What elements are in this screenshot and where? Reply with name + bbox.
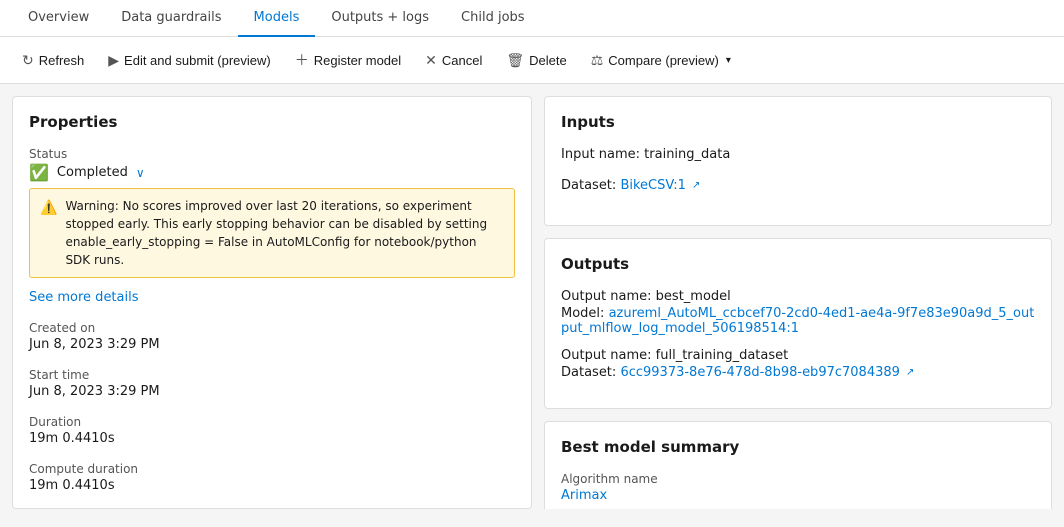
output2-dataset-label: Dataset: (561, 365, 616, 380)
compare-icon: ⚖ (591, 52, 604, 69)
tab-child-jobs[interactable]: Child jobs (445, 0, 541, 37)
play-icon: ▶ (108, 52, 119, 69)
main-content: Properties Status ✅ Completed ∨ ⚠️ Warni… (0, 84, 1064, 521)
tab-data-guardrails[interactable]: Data guardrails (105, 0, 237, 37)
output2-dataset-link[interactable]: 6cc99373-8e76-478d-8b98-eb97c7084389 ↗ (620, 365, 914, 380)
output1-model-row: Model: azureml_AutoML_ccbcef70-2cd0-4ed1… (561, 306, 1035, 336)
right-panels: Inputs Input name: training_data Dataset… (544, 96, 1052, 509)
output2-name: Output name: full_training_dataset (561, 348, 1035, 363)
completed-icon: ✅ (29, 163, 49, 182)
output1-name: Output name: best_model (561, 289, 1035, 304)
warning-icon: ⚠️ (40, 198, 57, 269)
output2-dataset-row: Dataset: 6cc99373-8e76-478d-8b98-eb97c70… (561, 365, 1035, 380)
start-time-label: Start time (29, 368, 515, 382)
delete-icon: 🗑 (506, 52, 524, 69)
external-link-icon2: ↗ (906, 367, 914, 378)
tab-outputs-logs[interactable]: Outputs + logs (315, 0, 445, 37)
properties-title: Properties (29, 113, 515, 131)
duration-label: Duration (29, 415, 515, 429)
status-chevron[interactable]: ∨ (136, 166, 145, 180)
plus-icon: ＋ (295, 50, 309, 70)
edit-submit-button[interactable]: ▶ Edit and submit (preview) (98, 47, 280, 74)
tabs-bar: Overview Data guardrails Models Outputs … (0, 0, 1064, 37)
cancel-icon: ✕ (425, 52, 437, 69)
properties-panel: Properties Status ✅ Completed ∨ ⚠️ Warni… (12, 96, 532, 509)
created-on-label: Created on (29, 321, 515, 335)
compute-duration-value: 19m 0.4410s (29, 478, 515, 493)
best-model-panel: Best model summary Algorithm name Arimax (544, 421, 1052, 509)
input-name: Input name: training_data (561, 147, 1035, 162)
compare-button[interactable]: ⚖ Compare (preview) ▾ (581, 47, 741, 74)
cancel-button[interactable]: ✕ Cancel (415, 47, 492, 74)
toolbar: ↻ Refresh ▶ Edit and submit (preview) ＋ … (0, 37, 1064, 84)
refresh-icon: ↻ (22, 52, 34, 69)
algorithm-name-link[interactable]: Arimax (561, 488, 607, 503)
start-time-value: Jun 8, 2023 3:29 PM (29, 384, 515, 399)
dataset-label: Dataset: (561, 178, 616, 193)
output1-model-link[interactable]: azureml_AutoML_ccbcef70-2cd0-4ed1-ae4a-9… (561, 306, 1034, 336)
outputs-panel: Outputs Output name: best_model Model: a… (544, 238, 1052, 409)
output1-model-label: Model: (561, 306, 604, 321)
inputs-title: Inputs (561, 113, 1035, 131)
tab-overview[interactable]: Overview (12, 0, 105, 37)
status-value: Completed (57, 165, 128, 180)
dataset-link[interactable]: BikeCSV:1 ↗ (620, 178, 700, 193)
status-row: ✅ Completed ∨ (29, 163, 515, 182)
tab-models[interactable]: Models (238, 0, 316, 37)
outputs-title: Outputs (561, 255, 1035, 273)
duration-value: 19m 0.4410s (29, 431, 515, 446)
register-model-button[interactable]: ＋ Register model (285, 45, 411, 75)
dataset-row: Dataset: BikeCSV:1 ↗ (561, 178, 1035, 193)
warning-box: ⚠️ Warning: No scores improved over last… (29, 188, 515, 278)
best-model-title: Best model summary (561, 438, 1035, 456)
inputs-panel: Inputs Input name: training_data Dataset… (544, 96, 1052, 226)
status-label: Status (29, 147, 515, 161)
refresh-button[interactable]: ↻ Refresh (12, 47, 94, 74)
algorithm-name-label: Algorithm name (561, 472, 1035, 486)
delete-button[interactable]: 🗑 Delete (496, 47, 576, 74)
see-more-link[interactable]: See more details (29, 290, 139, 305)
created-on-value: Jun 8, 2023 3:29 PM (29, 337, 515, 352)
warning-text: Warning: No scores improved over last 20… (65, 197, 504, 269)
compute-duration-label: Compute duration (29, 462, 515, 476)
external-link-icon: ↗ (692, 180, 700, 191)
chevron-down-icon: ▾ (726, 55, 731, 66)
